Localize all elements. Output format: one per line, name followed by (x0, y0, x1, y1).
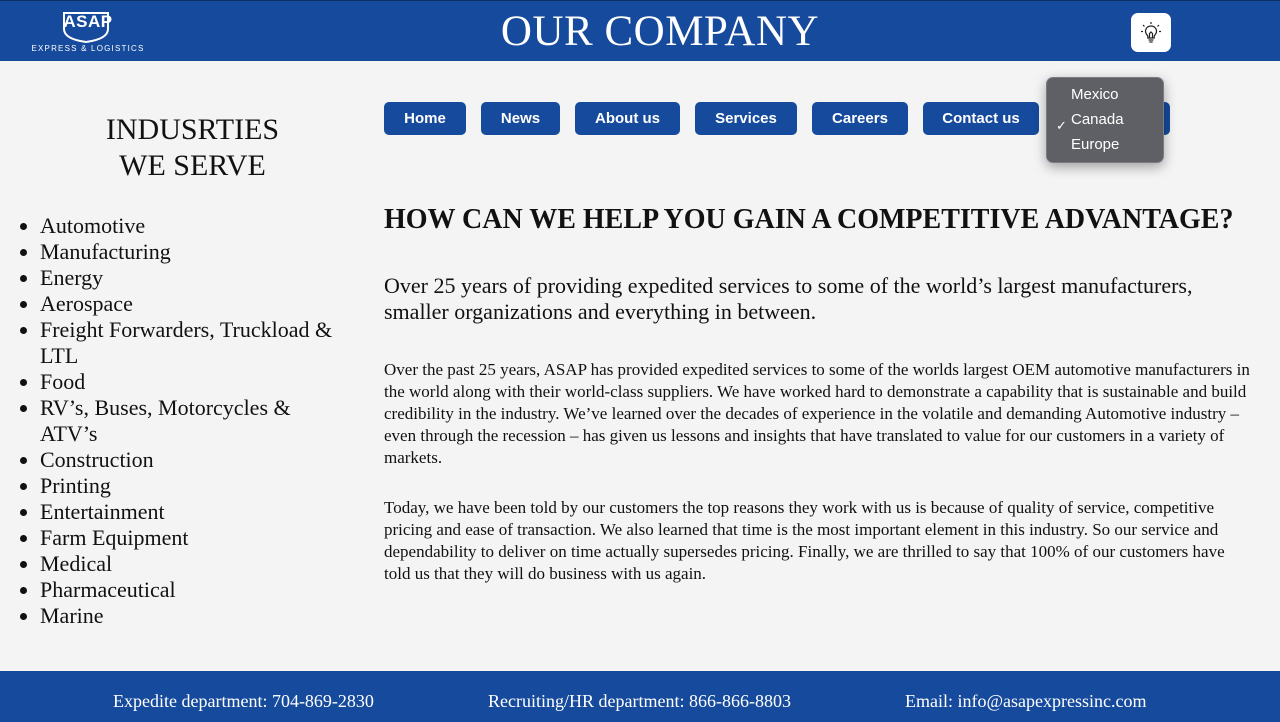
list-item: Marine (40, 603, 340, 629)
industries-heading: INDUSRTIES WE SERVE (40, 112, 345, 184)
site-footer: Expedite department: 704-869-2830 Recrui… (0, 671, 1280, 722)
list-item: Pharmaceutical (40, 577, 340, 603)
list-item: Food (40, 369, 340, 395)
list-item: Entertainment (40, 499, 340, 525)
nav-news-button[interactable]: News (481, 102, 560, 135)
footer-email[interactable]: Email: info@asapexpressinc.com (905, 691, 1147, 712)
list-item: Automotive (40, 213, 340, 239)
list-item: Printing (40, 473, 340, 499)
nav-about-button[interactable]: About us (575, 102, 680, 135)
lead-paragraph: Over 25 years of providing expedited ser… (384, 273, 1193, 324)
logo-text: ASAP (63, 12, 113, 31)
body-paragraph-1: Over the past 25 years, ASAP has provide… (384, 360, 1250, 467)
region-option-canada[interactable]: Canada (1071, 111, 1124, 131)
footer-recruiting-phone[interactable]: Recruiting/HR department: 866-866-8803 (488, 691, 791, 712)
nav-contact-button[interactable]: Contact us (923, 102, 1039, 135)
footer-expedite-phone[interactable]: Expedite department: 704-869-2830 (113, 691, 374, 712)
checkmark-icon: ✓ (1056, 119, 1067, 134)
region-dropdown-menu: Mexico ✓ Canada Europe (1046, 77, 1164, 163)
page-title: OUR COMPANY (500, 8, 820, 55)
body-paragraph-2: Today, we have been told by our customer… (384, 498, 1225, 583)
list-item: Energy (40, 265, 340, 291)
list-item: Medical (40, 551, 340, 577)
list-item: Aerospace (40, 291, 340, 317)
theme-toggle-button[interactable] (1131, 13, 1171, 52)
lightbulb-icon (1141, 21, 1161, 43)
industries-heading-line1: INDUSRTIES (105, 113, 280, 146)
list-item: Freight Forwarders, Truckload & LTL (40, 317, 340, 369)
site-header: ASAP EXPRESS & LOGISTICS OUR COMPANY (0, 0, 1280, 61)
list-item: RV’s, Buses, Motorcycles & ATV’s (40, 395, 340, 447)
company-logo[interactable]: ASAP EXPRESS & LOGISTICS (30, 9, 146, 55)
industries-list: Automotive Manufacturing Energy Aerospac… (40, 213, 340, 629)
nav-careers-button[interactable]: Careers (812, 102, 908, 135)
list-item: Manufacturing (40, 239, 340, 265)
nav-home-button[interactable]: Home (384, 102, 466, 135)
industries-heading-line2: WE SERVE (119, 149, 266, 182)
region-option-mexico[interactable]: Mexico (1071, 86, 1119, 106)
list-item: Farm Equipment (40, 525, 340, 551)
list-item: Construction (40, 447, 340, 473)
region-option-europe[interactable]: Europe (1071, 136, 1119, 156)
nav-services-button[interactable]: Services (695, 102, 797, 135)
logo-subtext: EXPRESS & LOGISTICS (31, 44, 145, 53)
main-headline: HOW CAN WE HELP YOU GAIN A COMPETITIVE A… (384, 204, 1234, 235)
